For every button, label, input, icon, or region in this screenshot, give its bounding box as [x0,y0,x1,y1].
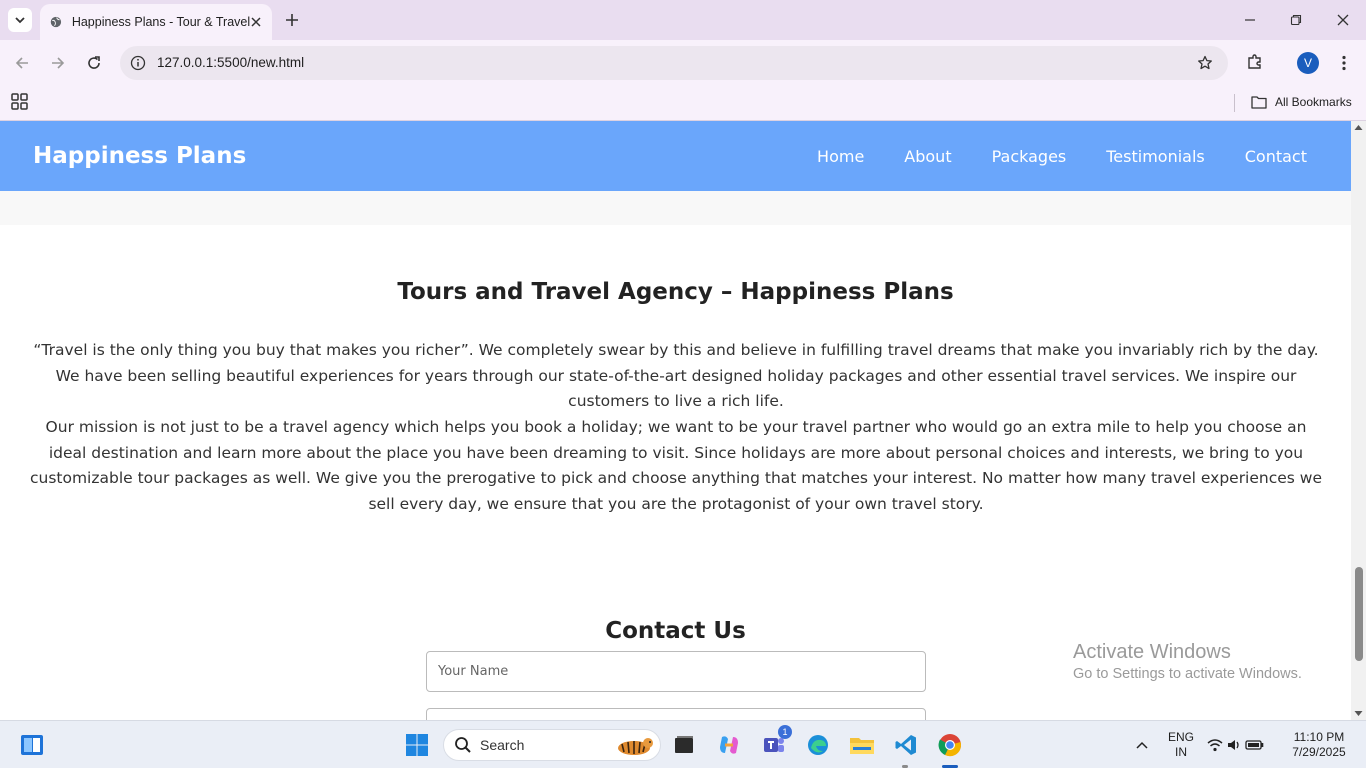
about-heading: Tours and Travel Agency – Happiness Plan… [397,279,954,305]
clock-date: 7/29/2025 [1292,745,1346,759]
restore-button[interactable] [1284,8,1308,32]
minimize-icon [1245,19,1255,21]
arrow-left-icon [15,57,28,69]
back-button[interactable] [10,51,34,75]
minimize-button[interactable] [1238,8,1262,32]
profile-avatar[interactable]: V [1297,52,1319,74]
copilot-icon [720,736,738,754]
close-window-button[interactable] [1331,8,1355,32]
apps-grid-icon[interactable] [10,92,30,112]
clock[interactable]: 11:10 PM 7/29/2025 [1283,730,1355,760]
wifi-icon [1207,739,1223,752]
teams-button[interactable]: 1 [758,725,792,761]
show-hidden-icons-button[interactable] [1128,729,1156,761]
tab-title: Happiness Plans - Tour & Travel [71,15,251,29]
browser-menu-button[interactable] [1334,51,1354,75]
volume-icon [1228,740,1239,750]
site-header: Happiness Plans Home About Packages Test… [0,121,1351,191]
browser-tab-active[interactable]: Happiness Plans - Tour & Travel [40,4,272,40]
start-button[interactable] [401,729,433,761]
folder-icon [850,738,874,754]
bookmarks-divider [1234,94,1235,112]
language-indicator[interactable]: ENG IN [1163,730,1199,760]
arrow-right-icon [52,57,65,69]
chrome-button[interactable] [934,729,966,761]
edge-icon [808,735,828,755]
next-form-field[interactable] [426,708,926,720]
all-bookmarks-label: All Bookmarks [1275,95,1352,109]
browser-toolbar: 127.0.0.1:5500/new.html V [0,40,1366,86]
nav-testimonials[interactable]: Testimonials [1106,147,1205,166]
activate-windows-watermark: Activate Windows Go to Settings to activ… [1073,641,1302,682]
search-label: Search [480,737,525,753]
site-info-icon[interactable] [128,53,148,73]
scroll-up-icon[interactable] [1354,124,1363,131]
globe-icon [50,16,62,28]
chevron-up-icon [1136,741,1148,749]
section-divider-band [0,191,1351,225]
file-explorer-button[interactable] [846,729,878,761]
close-icon [1337,14,1349,26]
browser-tab-bar: Happiness Plans - Tour & Travel [0,0,1366,40]
forward-button[interactable] [46,51,70,75]
system-tray-status[interactable] [1206,729,1266,761]
about-paragraph-2: Our mission is not just to be a travel a… [29,418,1323,513]
bookmarks-bar: All Bookmarks [0,86,1366,121]
new-tab-button[interactable] [282,10,302,30]
chrome-icon [938,734,961,757]
watermark-line-2: Go to Settings to activate Windows. [1073,666,1302,682]
watermark-line-1: Activate Windows [1073,641,1231,663]
name-field[interactable] [426,651,926,692]
teams-notification-badge: 1 [778,725,792,739]
nav-packages[interactable]: Packages [992,147,1067,166]
site-brand[interactable]: Happiness Plans [33,143,246,169]
windows-logo-icon [406,734,428,756]
tab-search-button[interactable] [8,8,32,32]
reload-button[interactable] [82,51,106,75]
url-text: 127.0.0.1:5500/new.html [157,55,305,70]
extensions-button[interactable] [1244,51,1266,73]
scroll-down-icon[interactable] [1354,710,1363,717]
region-code: IN [1175,745,1187,759]
plus-icon [286,14,298,26]
edge-button[interactable] [802,729,834,761]
all-bookmarks-button[interactable]: All Bookmarks [1251,91,1352,113]
about-paragraph-1: “Travel is the only thing you buy that m… [33,341,1319,410]
nav-contact[interactable]: Contact [1245,147,1307,166]
restore-icon [1290,14,1302,26]
clock-time: 11:10 PM [1293,730,1345,744]
copilot-button[interactable] [713,729,745,761]
bookmark-star-icon[interactable] [1196,54,1214,72]
more-vertical-icon [1342,55,1346,71]
folder-icon [1251,96,1267,109]
reload-icon [88,56,100,69]
widgets-button[interactable] [16,729,48,761]
close-tab-icon[interactable] [250,14,262,30]
puzzle-icon [1248,54,1261,69]
nav-home[interactable]: Home [817,147,864,166]
scrollbar-thumb[interactable] [1355,567,1363,661]
taskbar-search[interactable]: Search [443,729,661,761]
windows-taskbar: Search 1 ENG IN 11:10 PM 7/29/2025 [0,720,1366,768]
language-code: ENG [1167,730,1194,744]
vscode-icon [895,735,916,755]
nav-about[interactable]: About [904,147,951,166]
address-bar[interactable]: 127.0.0.1:5500/new.html [120,46,1228,80]
search-highlight-tiger-icon [618,738,653,755]
page-viewport: Happiness Plans Home About Packages Test… [0,121,1351,720]
search-icon [455,737,471,753]
task-view-icon [675,736,693,753]
widgets-icon [21,735,43,755]
page-scrollbar[interactable] [1351,121,1366,720]
battery-icon [1245,740,1264,750]
vscode-button[interactable] [890,729,922,761]
task-view-button[interactable] [668,729,700,761]
chevron-down-icon [15,17,25,24]
site-nav: Home About Packages Testimonials Contact [817,147,1307,166]
